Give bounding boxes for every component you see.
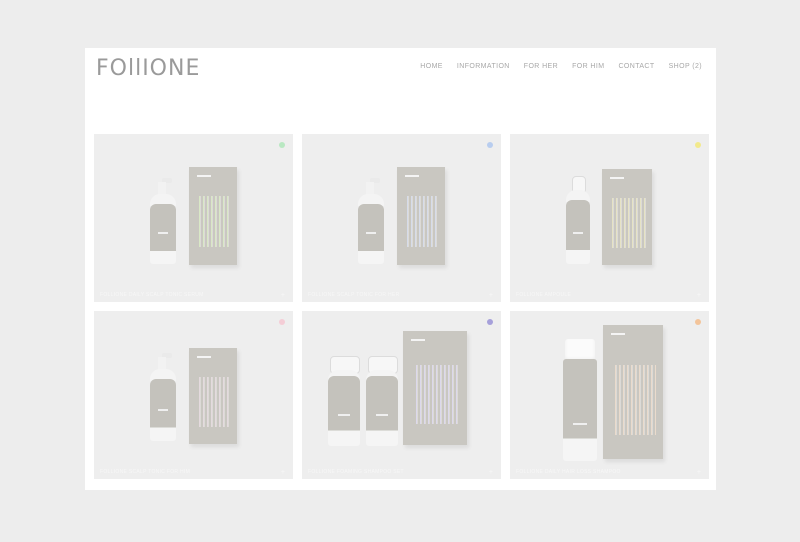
color-dot — [487, 319, 493, 325]
product-card[interactable]: FOLLIONE DAILY HAIR LOSS SHAMPOO + — [510, 311, 709, 479]
add-icon[interactable]: + — [697, 469, 701, 476]
color-dot — [279, 319, 285, 325]
main-nav: HOME INFORMATION FOR HER FOR HIM CONTACT… — [420, 63, 702, 70]
add-icon[interactable]: + — [697, 292, 701, 299]
nav-for-him[interactable]: FOR HIM — [572, 63, 604, 70]
product-caption: FOLLIONE SCALP TONIC FOR HIM — [100, 469, 191, 475]
product-card[interactable]: FOLLIONE FOAMING SHAMPOO SET + — [302, 311, 501, 479]
product-box-image — [603, 325, 663, 459]
product-card[interactable]: FOLLIONE SCALP TONIC FOR HIM + — [94, 311, 293, 479]
color-dot — [695, 142, 701, 148]
product-bottle-image — [358, 178, 384, 264]
product-box-image — [189, 348, 237, 444]
product-bottle-image — [150, 353, 176, 441]
product-bottle-image — [563, 339, 597, 461]
brand-logo[interactable]: FOllIONE — [96, 56, 200, 81]
product-grid: FOLLIONE DAILY SCALP TONIC SERUM + FOLLI… — [94, 134, 709, 479]
product-card[interactable]: FOLLIONE DAILY SCALP TONIC SERUM + — [94, 134, 293, 302]
product-box-image — [602, 169, 652, 265]
product-box-image — [397, 167, 445, 265]
nav-information[interactable]: INFORMATION — [457, 63, 510, 70]
product-bottle-image — [150, 178, 176, 264]
nav-for-her[interactable]: FOR HER — [524, 63, 558, 70]
add-icon[interactable]: + — [281, 469, 285, 476]
product-caption: FOLLIONE SCALP TONIC FOR HER — [308, 292, 400, 298]
product-caption: FOLLIONE AMPOULE — [516, 292, 572, 298]
add-icon[interactable]: + — [489, 292, 493, 299]
add-icon[interactable]: + — [489, 469, 493, 476]
product-caption: FOLLIONE DAILY HAIR LOSS SHAMPOO — [516, 469, 621, 475]
product-bottle-image — [328, 356, 360, 446]
color-dot — [487, 142, 493, 148]
product-card[interactable]: FOLLIONE AMPOULE + — [510, 134, 709, 302]
product-bottle-image — [566, 176, 590, 264]
nav-contact[interactable]: CONTACT — [618, 63, 654, 70]
color-dot — [695, 319, 701, 325]
product-box-image — [403, 331, 467, 445]
product-bottle-image — [366, 356, 398, 446]
color-dot — [279, 142, 285, 148]
product-caption: FOLLIONE DAILY SCALP TONIC SERUM — [100, 292, 204, 298]
product-caption: FOLLIONE FOAMING SHAMPOO SET — [308, 469, 404, 475]
product-box-image — [189, 167, 237, 265]
nav-home[interactable]: HOME — [420, 63, 443, 70]
page-container: FOllIONE HOME INFORMATION FOR HER FOR HI… — [85, 48, 716, 490]
product-card[interactable]: FOLLIONE SCALP TONIC FOR HER + — [302, 134, 501, 302]
add-icon[interactable]: + — [281, 292, 285, 299]
nav-shop[interactable]: SHOP (2) — [669, 63, 702, 70]
